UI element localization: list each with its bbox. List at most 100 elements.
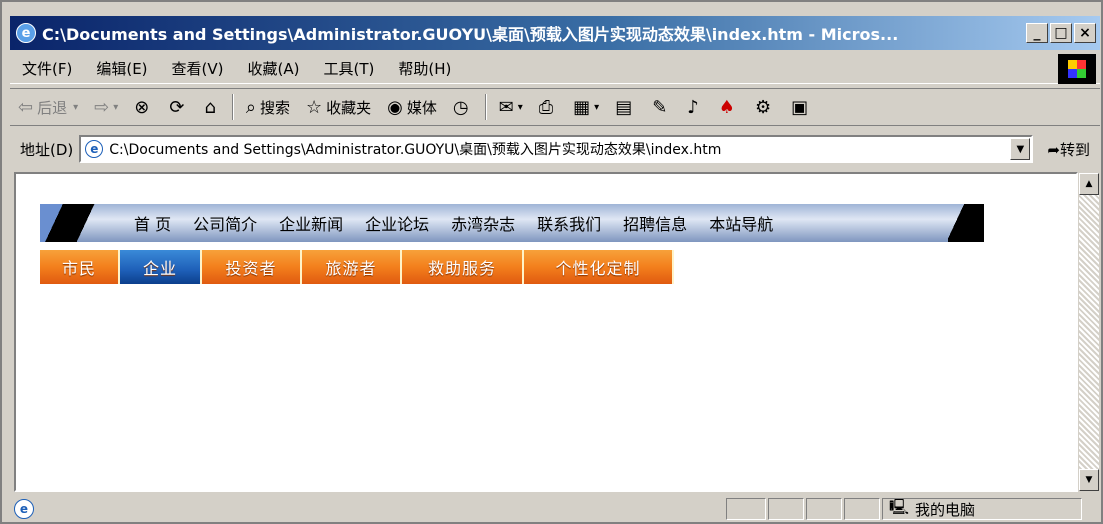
address-input[interactable]: e C:\Documents and Settings\Administrato… (79, 135, 1034, 163)
home-icon: ⌂ (204, 96, 216, 118)
nav-item-sitemap[interactable]: 本站导航 (709, 211, 773, 235)
print-button[interactable]: ⎙ (531, 97, 565, 118)
audience-tab-custom[interactable]: 个性化定制 (524, 250, 674, 284)
gear-icon: ⚙ (754, 96, 772, 118)
windows-logo-icon (1058, 54, 1096, 84)
scroll-down-button[interactable]: ▼ (1079, 469, 1099, 491)
media-button[interactable]: ◉ 媒体 (379, 97, 445, 118)
status-cell (844, 498, 880, 520)
home-button[interactable]: ⌂ (196, 97, 227, 118)
address-label: 地址(D) (20, 140, 74, 159)
security-zone: 🖳 我的电脑 (882, 498, 1082, 520)
back-label: 后退 (37, 98, 68, 117)
plugin-icon: ♠ (718, 96, 735, 118)
status-text (40, 498, 724, 520)
chevron-down-icon: ▾ (113, 101, 119, 113)
menu-edit[interactable]: 编辑(E) (84, 58, 159, 79)
window-title: C:\Documents and Settings\Administrator.… (42, 25, 899, 44)
audience-tab-rescue[interactable]: 救助服务 (402, 250, 524, 284)
nav-item-forum[interactable]: 企业论坛 (365, 211, 429, 235)
computer-icon: 🖳 (889, 497, 910, 516)
media-icon: ◉ (387, 96, 403, 118)
resize-grip[interactable] (1082, 498, 1100, 520)
nav-left-cap (40, 204, 110, 242)
refresh-button[interactable]: ⟳ (161, 97, 196, 118)
media-label: 媒体 (406, 98, 437, 117)
browser-window: e C:\Documents and Settings\Administrato… (0, 0, 1103, 524)
search-icon: ⌕ (245, 96, 256, 118)
nav-item-home[interactable]: 首 页 (134, 211, 171, 235)
toolbar: ⇦ 后退 ▾ ⇨ ▾ ⊗ ⟳ ⌂ ⌕ 搜索 ☆ 收藏夹 ◉ 媒体 ◷ ✉ ▾ ⎙ … (10, 88, 1100, 126)
title-bar[interactable]: e C:\Documents and Settings\Administrato… (10, 16, 1100, 50)
maximize-button[interactable]: □ (1050, 23, 1072, 43)
nav-item-jobs[interactable]: 招聘信息 (623, 211, 687, 235)
discuss-button[interactable]: ▤ (607, 97, 644, 118)
toolbar-extra-button-3[interactable]: ▣ (783, 97, 820, 118)
go-arrow-icon: ➦ (1047, 140, 1060, 159)
mail-button[interactable]: ✉ ▾ (491, 97, 531, 118)
audience-tab-enterprise[interactable]: 企业 (120, 250, 202, 284)
nav-item-magazine[interactable]: 赤湾杂志 (451, 211, 515, 235)
refresh-icon: ⟳ (169, 96, 185, 118)
scroll-up-button[interactable]: ▲ (1079, 173, 1099, 195)
status-cell (768, 498, 804, 520)
nav-item-contact[interactable]: 联系我们 (537, 211, 601, 235)
address-dropdown-button[interactable]: ▼ (1010, 138, 1031, 160)
address-value: C:\Documents and Settings\Administrator.… (109, 142, 722, 158)
toolbar-extra-button-2[interactable]: ⚙ (747, 97, 783, 118)
audience-tab-tourist[interactable]: 旅游者 (302, 250, 402, 284)
research-icon: ✎ (652, 96, 668, 118)
toolbar-separator (484, 94, 487, 120)
nav-item-news[interactable]: 企业新闻 (279, 211, 343, 235)
print-icon: ⎙ (538, 96, 554, 118)
vertical-scrollbar[interactable]: ▲ ▼ (1078, 172, 1100, 492)
favorites-button[interactable]: ☆ 收藏夹 (298, 97, 379, 118)
window-controls: _ □ × (1026, 23, 1096, 43)
chevron-down-icon: ▾ (517, 101, 523, 113)
go-button[interactable]: ➦转到 (1033, 139, 1100, 160)
menu-file[interactable]: 文件(F) (10, 58, 84, 79)
stop-button[interactable]: ⊗ (126, 97, 161, 118)
edit-button[interactable]: ▦ ▾ (565, 97, 607, 118)
status-cell (726, 498, 766, 520)
status-bar: e 🖳 我的电脑 (10, 496, 1100, 522)
mail-icon: ✉ (498, 96, 514, 118)
edit-icon: ▦ (573, 96, 591, 118)
ie-icon: e (16, 23, 36, 43)
audience-tab-investor[interactable]: 投资者 (202, 250, 302, 284)
research-button[interactable]: ✎ (644, 97, 679, 118)
close-button[interactable]: × (1074, 23, 1096, 43)
status-cell (806, 498, 842, 520)
forward-arrow-icon: ⇨ (94, 96, 110, 118)
menu-favorites[interactable]: 收藏(A) (236, 58, 312, 79)
favorites-label: 收藏夹 (326, 98, 372, 117)
back-arrow-icon: ⇦ (18, 96, 34, 118)
chevron-down-icon: ▾ (73, 101, 79, 113)
menu-tools[interactable]: 工具(T) (311, 58, 386, 79)
nav-right-cap (948, 204, 984, 242)
toolbar-extra-button[interactable]: ♠ (711, 97, 747, 118)
search-button[interactable]: ⌕ 搜索 (238, 97, 298, 118)
messenger-button[interactable]: ♪ (679, 97, 711, 118)
page-status-icon: e (14, 499, 34, 519)
search-label: 搜索 (259, 98, 290, 117)
address-bar: 地址(D) e C:\Documents and Settings\Admini… (10, 130, 1100, 168)
page-content: 首 页 公司简介 企业新闻 企业论坛 赤湾杂志 联系我们 招聘信息 本站导航 市… (14, 172, 1078, 492)
discuss-icon: ▤ (615, 96, 633, 118)
history-button[interactable]: ◷ (445, 97, 481, 118)
nav-item-about[interactable]: 公司简介 (193, 211, 257, 235)
document-icon: ▣ (791, 96, 809, 118)
audience-nav-bar: 市民 企业 投资者 旅游者 救助服务 个性化定制 (40, 250, 674, 284)
zone-label: 我的电脑 (915, 500, 976, 519)
messenger-icon: ♪ (687, 96, 699, 118)
forward-button[interactable]: ⇨ ▾ (86, 97, 126, 118)
main-nav-bar: 首 页 公司简介 企业新闻 企业论坛 赤湾杂志 联系我们 招聘信息 本站导航 (40, 204, 984, 242)
audience-tab-citizen[interactable]: 市民 (40, 250, 120, 284)
back-button[interactable]: ⇦ 后退 ▾ (10, 97, 86, 118)
toolbar-separator (231, 94, 234, 120)
menu-view[interactable]: 查看(V) (160, 58, 236, 79)
minimize-button[interactable]: _ (1026, 23, 1048, 43)
menu-bar: 文件(F) 编辑(E) 查看(V) 收藏(A) 工具(T) 帮助(H) (10, 54, 1100, 84)
stop-icon: ⊗ (134, 96, 150, 118)
menu-help[interactable]: 帮助(H) (386, 58, 463, 79)
